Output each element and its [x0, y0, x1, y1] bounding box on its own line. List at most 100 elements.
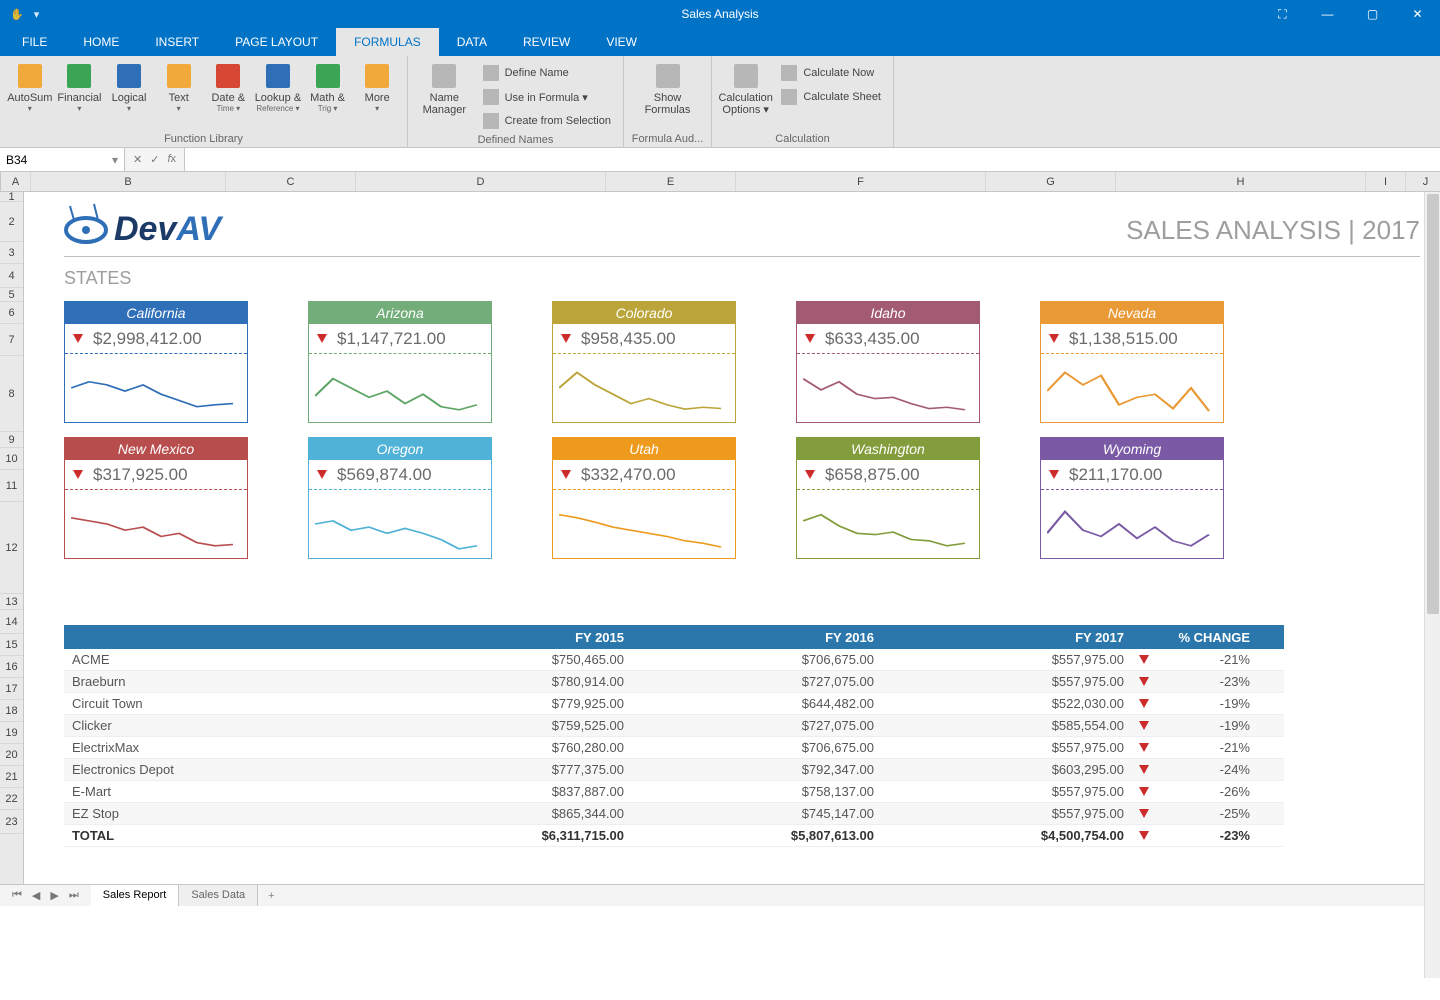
- next-sheet-icon[interactable]: ▶: [50, 889, 58, 902]
- group-label-formula-audit: Formula Aud...: [630, 131, 705, 145]
- state-card-washington: Washington $658,875.00: [796, 437, 980, 559]
- col-header-B[interactable]: B: [31, 172, 226, 191]
- row-header-18[interactable]: 18: [0, 700, 23, 722]
- qat-hand-icon[interactable]: ✋: [10, 8, 24, 21]
- ribbon-tab-file[interactable]: FILE: [4, 28, 65, 56]
- row-header-14[interactable]: 14: [0, 610, 23, 634]
- row-header-5[interactable]: 5: [0, 288, 23, 302]
- prev-sheet-icon[interactable]: ◀: [32, 889, 40, 902]
- row-header-20[interactable]: 20: [0, 744, 23, 766]
- col-header-J[interactable]: J: [1406, 172, 1440, 191]
- last-sheet-icon[interactable]: ⏭: [69, 889, 79, 902]
- row-header-7[interactable]: 7: [0, 324, 23, 356]
- report-title: SALES ANALYSIS | 2017: [1126, 215, 1420, 246]
- accept-fx-icon[interactable]: ✓: [150, 153, 159, 166]
- name-box[interactable]: B34▾: [0, 148, 125, 171]
- col-header-C[interactable]: C: [226, 172, 356, 191]
- row-header-21[interactable]: 21: [0, 766, 23, 788]
- defnames-useinformula-button[interactable]: Use in Formula ▾: [477, 86, 617, 108]
- ribbon-tab-page-layout[interactable]: PAGE LAYOUT: [217, 28, 336, 56]
- row-header-16[interactable]: 16: [0, 656, 23, 678]
- sparkline: [1041, 490, 1223, 558]
- col-header-G[interactable]: G: [986, 172, 1116, 191]
- func-math-button[interactable]: Math &Trig ▾: [304, 60, 352, 113]
- calc-calculatenow-button[interactable]: Calculate Now: [775, 62, 887, 84]
- name-manager-button[interactable]: Name Manager: [414, 60, 475, 116]
- formula-input[interactable]: [184, 148, 1440, 171]
- card-title: Utah: [553, 438, 735, 460]
- table-row: Clicker $759,525.00 $727,075.00 $585,554…: [64, 715, 1284, 737]
- sparkline: [553, 354, 735, 422]
- minimize-button[interactable]: —: [1305, 0, 1350, 28]
- ribbon-tab-formulas[interactable]: FORMULAS: [336, 28, 439, 56]
- col-header-I[interactable]: I: [1366, 172, 1406, 191]
- calc-options-button[interactable]: Calculation Options ▾: [718, 60, 773, 116]
- row-header-3[interactable]: 3: [0, 242, 23, 264]
- func-logical-button[interactable]: Logical▾: [105, 60, 153, 113]
- ribbon-tab-data[interactable]: DATA: [439, 28, 505, 56]
- table-header-row: FY 2015 FY 2016 FY 2017 % CHANGE: [64, 625, 1284, 649]
- row-header-17[interactable]: 17: [0, 678, 23, 700]
- defnames-createfromselection-button[interactable]: Create from Selection: [477, 110, 617, 132]
- column-headers: ABCDEFGHIJKLM: [0, 172, 1440, 192]
- row-header-2[interactable]: 2: [0, 202, 23, 242]
- row-header-15[interactable]: 15: [0, 634, 23, 656]
- row-header-4[interactable]: 4: [0, 264, 23, 288]
- row-header-10[interactable]: 10: [0, 448, 23, 470]
- func-financial-button[interactable]: Financial▾: [56, 60, 104, 113]
- sheet-tab-sales-data[interactable]: Sales Data: [179, 885, 258, 906]
- row-header-22[interactable]: 22: [0, 788, 23, 810]
- row-header-12[interactable]: 12: [0, 502, 23, 594]
- card-value: $569,874.00: [337, 465, 432, 485]
- func-autosum-button[interactable]: AutoSum▾: [6, 60, 54, 113]
- sheet-area: 1234567891011121314151617181920212223 De…: [0, 192, 1440, 884]
- qat-dropdown-icon[interactable]: ▾: [34, 8, 40, 21]
- maximize-button[interactable]: ▢: [1350, 0, 1395, 28]
- row-header-23[interactable]: 23: [0, 810, 23, 834]
- vertical-scrollbar[interactable]: [1424, 192, 1440, 978]
- card-title: California: [65, 302, 247, 324]
- sheet-tab-sales-report[interactable]: Sales Report: [91, 885, 180, 906]
- card-title: Nevada: [1041, 302, 1223, 324]
- ribbon-tab-insert[interactable]: INSERT: [137, 28, 217, 56]
- sparkline: [65, 490, 247, 558]
- row-header-13[interactable]: 13: [0, 594, 23, 610]
- close-button[interactable]: ✕: [1395, 0, 1440, 28]
- calc-calculatesheet-button[interactable]: Calculate Sheet: [775, 86, 887, 108]
- add-sheet-button[interactable]: +: [258, 890, 284, 902]
- first-sheet-icon[interactable]: ⏮: [12, 889, 22, 902]
- arrow-down-icon: [73, 470, 83, 479]
- func-lookup-button[interactable]: Lookup &Reference ▾: [254, 60, 302, 113]
- col-header-D[interactable]: D: [356, 172, 606, 191]
- group-label-function-library: Function Library: [6, 131, 401, 145]
- sparkline: [797, 354, 979, 422]
- state-card-wyoming: Wyoming $211,170.00: [1040, 437, 1224, 559]
- cancel-fx-icon[interactable]: ✕: [133, 153, 142, 166]
- row-header-8[interactable]: 8: [0, 356, 23, 432]
- col-header-F[interactable]: F: [736, 172, 986, 191]
- col-header-A[interactable]: A: [1, 172, 31, 191]
- defnames-definename-button[interactable]: Define Name: [477, 62, 617, 84]
- data-table: FY 2015 FY 2016 FY 2017 % CHANGE ACME $7…: [64, 625, 1284, 847]
- row-header-6[interactable]: 6: [0, 302, 23, 324]
- ribbon-tab-review[interactable]: REVIEW: [505, 28, 588, 56]
- row-header-19[interactable]: 19: [0, 722, 23, 744]
- col-header-H[interactable]: H: [1116, 172, 1366, 191]
- row-header-1[interactable]: 1: [0, 192, 23, 202]
- ribbon-tab-home[interactable]: HOME: [65, 28, 137, 56]
- func-more-button[interactable]: More▾: [353, 60, 401, 113]
- fx-icon[interactable]: fx: [167, 153, 176, 166]
- row-header-9[interactable]: 9: [0, 432, 23, 448]
- group-label-defined-names: Defined Names: [414, 132, 617, 146]
- show-formulas-button[interactable]: Show Formulas: [630, 60, 705, 116]
- table-row: Electronics Depot $777,375.00 $792,347.0…: [64, 759, 1284, 781]
- func-text-button[interactable]: Text▾: [155, 60, 203, 113]
- row-header-11[interactable]: 11: [0, 470, 23, 502]
- arrow-down-icon: [561, 334, 571, 343]
- col-header-E[interactable]: E: [606, 172, 736, 191]
- fullscreen-button[interactable]: ⛶: [1260, 0, 1305, 28]
- ribbon-tab-view[interactable]: VIEW: [588, 28, 655, 56]
- func-date-button[interactable]: Date &Time ▾: [205, 60, 253, 113]
- sheet-content[interactable]: DevAV SALES ANALYSIS | 2017 STATES Calif…: [24, 192, 1440, 884]
- arrow-down-icon: [561, 470, 571, 479]
